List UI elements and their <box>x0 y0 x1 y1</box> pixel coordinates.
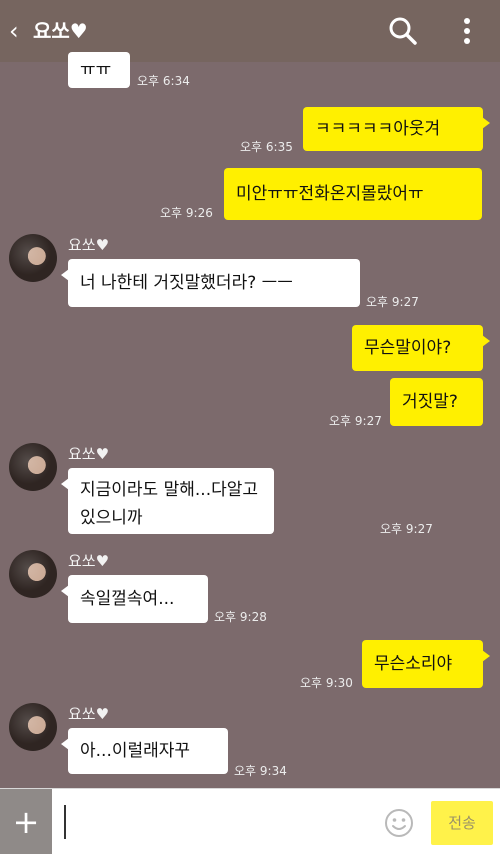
message-input-bar: + 전송 <box>0 788 500 854</box>
attach-plus-button[interactable]: + <box>0 789 52 854</box>
message-bubble-outgoing: 무슨소리야 <box>362 640 490 688</box>
search-button[interactable] <box>386 14 420 48</box>
message-text: 지금이라도 말해...다알고있으니까 <box>80 480 259 528</box>
message-bubble-incoming: 속일껄속여... <box>61 575 208 623</box>
message-bubble-outgoing: ㅋㅋㅋㅋㅋ아웃겨 <box>303 107 490 151</box>
message-text: ㅋㅋㅋㅋㅋ아웃겨 <box>315 119 441 139</box>
message-time: 오후 9:27 <box>366 295 419 309</box>
sender-name: 요쏘♥ <box>68 552 110 570</box>
message-input[interactable] <box>56 795 376 849</box>
message-text: ㅠㅠ <box>80 60 112 80</box>
message-bubble-incoming: ㅠㅠ <box>68 52 130 88</box>
message-text: 거짓말? <box>402 392 458 412</box>
message-time: 오후 6:34 <box>137 74 190 88</box>
message-time: 오후 9:30 <box>300 676 353 690</box>
send-button[interactable]: 전송 <box>431 801 493 845</box>
smiley-icon <box>385 809 413 837</box>
message-text: 미안ㅠㅠ전화온지몰랐어ㅠ <box>236 184 424 204</box>
message-bubble-outgoing: 미안ㅠㅠ전화온지몰랐어ㅠ <box>224 168 482 220</box>
message-bubble-outgoing: 무슨말이야? <box>352 325 490 371</box>
message-text: 너 나한테 거짓말했더라? ㅡㅡ <box>80 273 293 293</box>
message-text: 무슨소리야 <box>374 654 453 674</box>
sender-name: 요쏘♥ <box>68 236 110 254</box>
avatar[interactable] <box>9 234 57 282</box>
message-time: 오후 9:27 <box>380 522 433 536</box>
sender-name: 요쏘♥ <box>68 705 110 723</box>
more-vertical-icon <box>464 18 470 44</box>
chat-title: 요쏘♥ <box>33 19 88 43</box>
avatar[interactable] <box>9 550 57 598</box>
avatar[interactable] <box>9 443 57 491</box>
message-bubble-incoming: 지금이라도 말해...다알고있으니까 <box>61 468 274 534</box>
message-text: 무슨말이야? <box>364 338 452 358</box>
message-bubble-incoming: 너 나한테 거짓말했더라? ㅡㅡ <box>61 259 360 307</box>
message-time: 오후 9:34 <box>234 764 287 778</box>
message-time: 오후 9:28 <box>214 610 267 624</box>
avatar[interactable] <box>9 703 57 751</box>
message-bubble-outgoing: 거짓말? <box>390 378 483 426</box>
back-button[interactable]: ‹ <box>9 16 31 46</box>
message-time: 오후 9:26 <box>160 206 213 220</box>
text-cursor <box>64 805 66 839</box>
message-time: 오후 6:35 <box>240 140 293 154</box>
message-time: 오후 9:27 <box>329 414 382 428</box>
emoji-button[interactable] <box>383 807 415 839</box>
sender-name: 요쏘♥ <box>68 445 110 463</box>
message-text: 속일껄속여... <box>80 589 175 609</box>
chevron-left-icon: ‹ <box>9 17 19 45</box>
message-text: 아...이럴래자꾸 <box>80 741 191 761</box>
more-button[interactable] <box>450 14 484 48</box>
search-icon <box>389 17 417 45</box>
message-bubble-incoming: 아...이럴래자꾸 <box>61 728 228 774</box>
